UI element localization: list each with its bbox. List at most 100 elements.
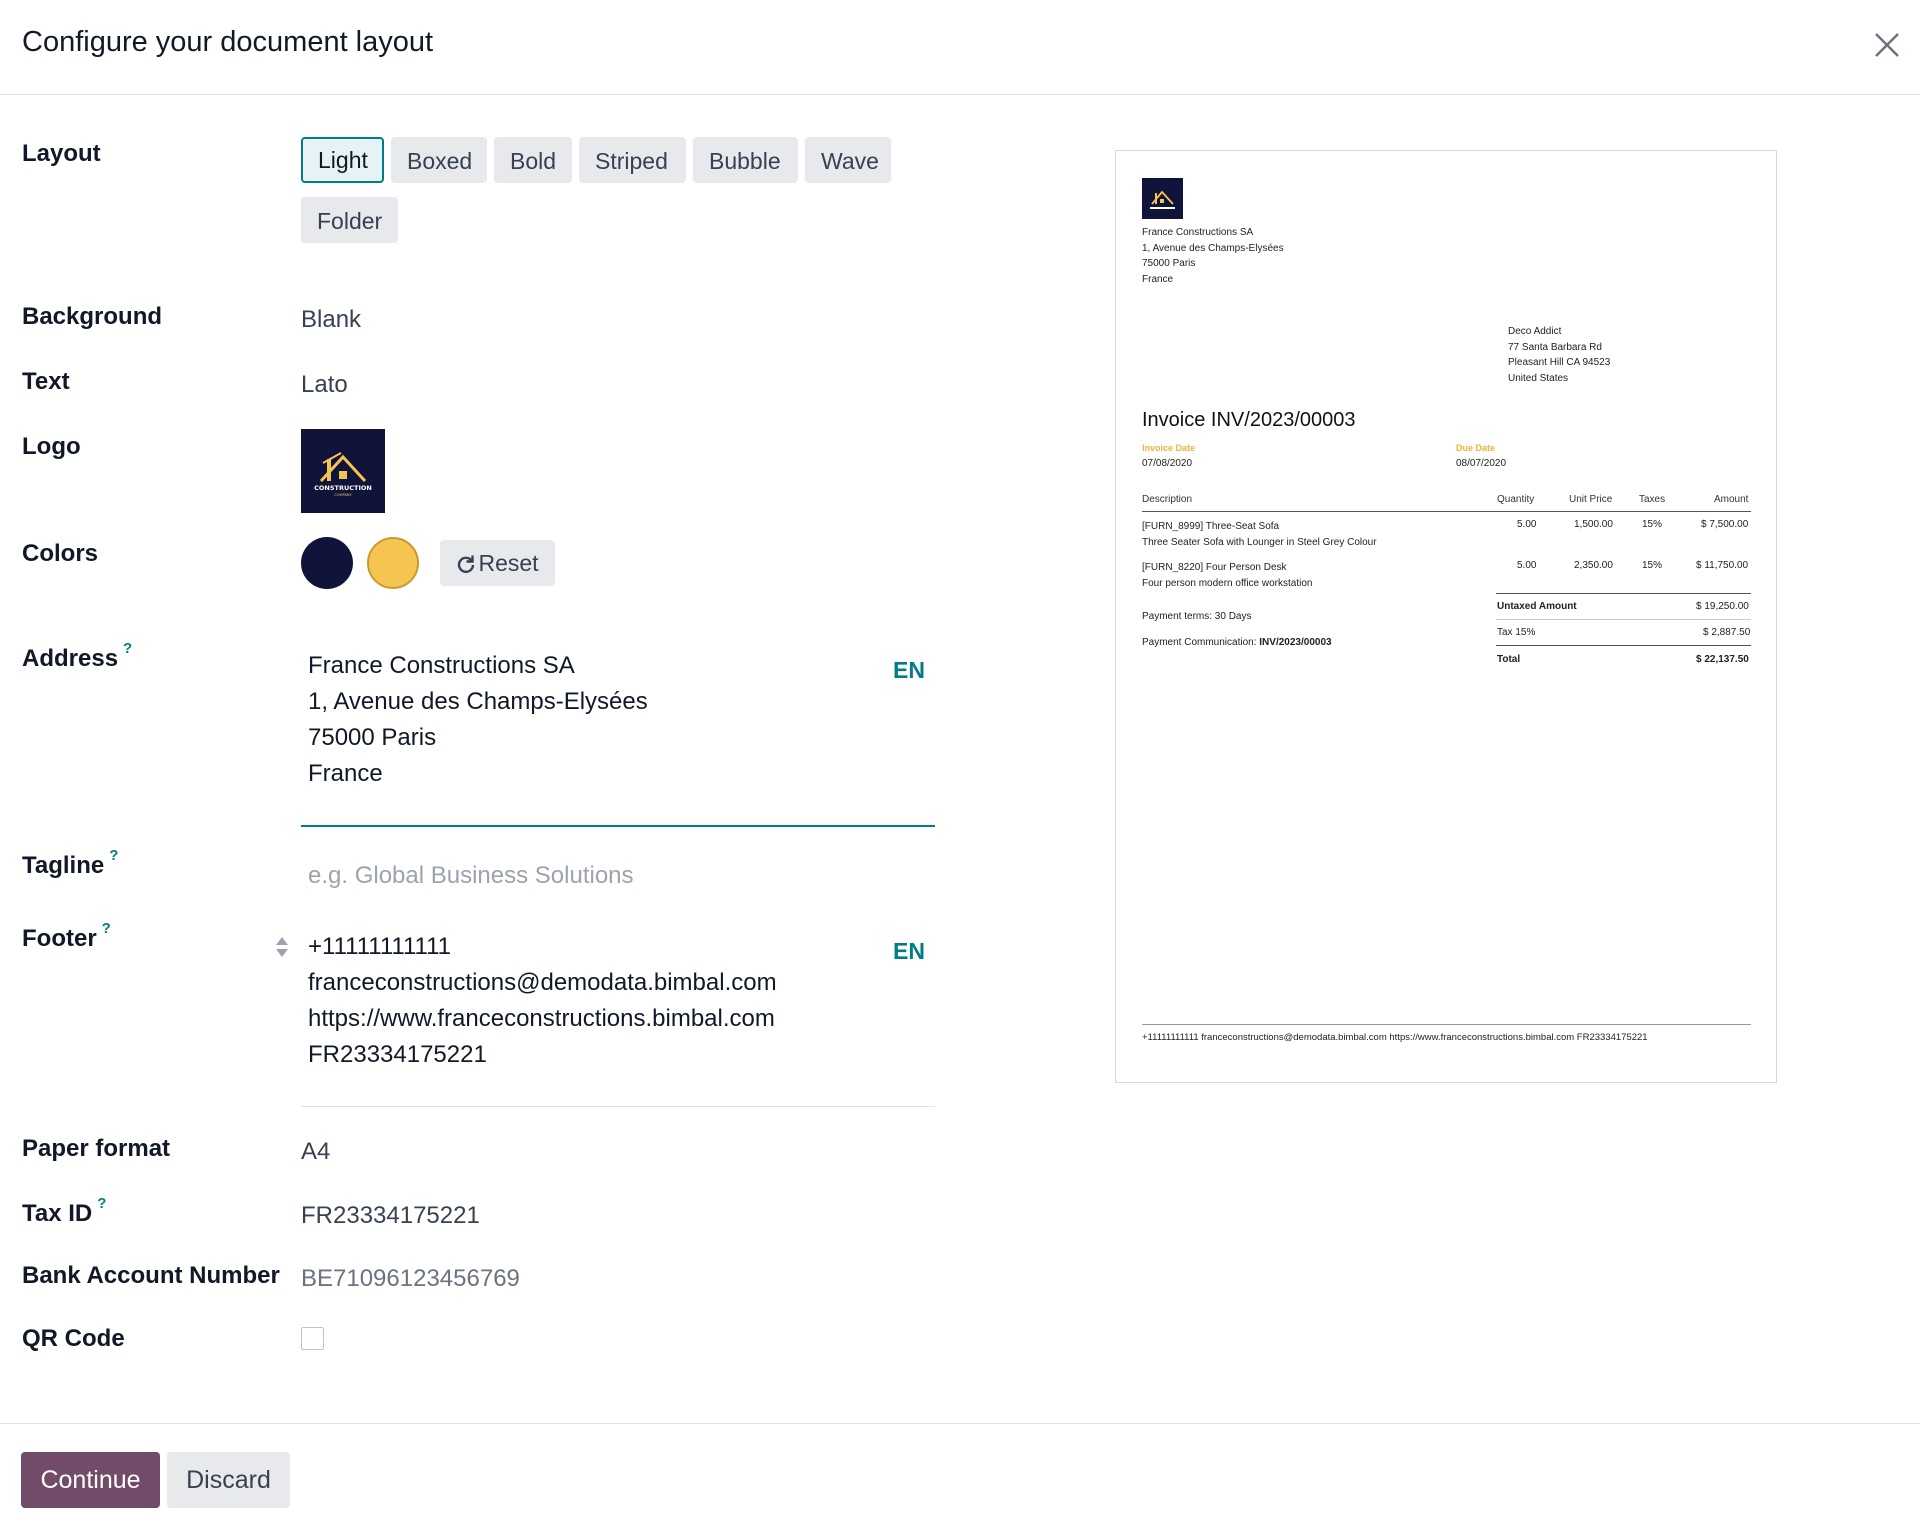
dialog-title: Configure your document layout bbox=[22, 26, 434, 58]
discard-button[interactable]: Discard bbox=[167, 1452, 290, 1508]
layout-option-wave[interactable]: Wave bbox=[805, 137, 891, 183]
qr-code-label: QR Code bbox=[22, 1325, 125, 1352]
address-line: 1, Avenue des Champs-Elysées bbox=[308, 688, 648, 715]
preview-due-date-label: Due Date bbox=[1456, 443, 1496, 453]
preview-text: Three Seater Sofa with Lounger in Steel … bbox=[1142, 536, 1377, 548]
preview-header-rule bbox=[1142, 511, 1751, 512]
preview-line-item: [FURN_8999] Three-Seat Sofa Three Seater… bbox=[1142, 519, 1377, 550]
tagline-input[interactable] bbox=[301, 858, 935, 894]
preview-price: 1,500.00 bbox=[1574, 519, 1613, 530]
layout-option-striped[interactable]: Striped bbox=[579, 137, 686, 183]
preview-payment-terms: Payment terms: 30 Days bbox=[1142, 611, 1252, 622]
preview-text: Pleasant Hill CA 94523 bbox=[1508, 357, 1611, 368]
preview-tax: 15% bbox=[1642, 560, 1663, 571]
address-line: 75000 Paris bbox=[308, 724, 437, 751]
footer-underline bbox=[301, 1106, 935, 1107]
paper-format-label: Paper format bbox=[22, 1135, 171, 1162]
preview-tax: 15% bbox=[1642, 519, 1663, 530]
preview-totals-rule bbox=[1496, 593, 1751, 594]
layout-option-boxed[interactable]: Boxed bbox=[391, 137, 487, 183]
preview-text: 77 Santa Barbara Rd bbox=[1508, 341, 1602, 353]
preview-text: France Constructions SA bbox=[1142, 227, 1254, 238]
refresh-icon bbox=[458, 555, 475, 574]
address-line: France Constructions SA bbox=[308, 652, 575, 679]
preview-invoice-date: 07/08/2020 bbox=[1142, 458, 1193, 469]
footer-line: +11111111111 bbox=[308, 933, 452, 960]
tax-id-label-text: Tax ID bbox=[22, 1200, 93, 1227]
footer-textarea[interactable]: +11111111111 franceconstructions@demodat… bbox=[301, 929, 935, 1073]
reset-colors-button[interactable]: Reset bbox=[440, 540, 555, 586]
preview-col-description: Description bbox=[1142, 494, 1193, 505]
resize-handle-icon[interactable] bbox=[274, 936, 290, 958]
paper-format-select[interactable]: A4 bbox=[301, 1138, 330, 1166]
document-preview: France Constructions SA 1, Avenue des Ch… bbox=[1115, 150, 1777, 1083]
address-help-icon[interactable]: ? bbox=[123, 640, 132, 657]
preview-text: [FURN_8999] Three-Seat Sofa bbox=[1142, 521, 1280, 532]
preview-invoice-date-label: Invoice Date bbox=[1142, 443, 1196, 453]
svg-text:CONSTRUCTION: CONSTRUCTION bbox=[314, 484, 372, 492]
footer-language-button[interactable]: EN bbox=[893, 938, 925, 965]
preview-col-quantity: Quantity bbox=[1497, 494, 1535, 505]
address-label: Address? bbox=[22, 640, 132, 673]
preview-footer-rule bbox=[1142, 1024, 1751, 1025]
preview-col-amount: Amount bbox=[1714, 494, 1749, 505]
preview-totals-rule bbox=[1496, 619, 1751, 620]
preview-tax-label: Tax 15% bbox=[1497, 627, 1536, 638]
address-language-button[interactable]: EN bbox=[893, 657, 925, 684]
preview-total-label: Total bbox=[1497, 654, 1521, 665]
layout-option-light[interactable]: Light bbox=[301, 137, 384, 183]
preview-total-value: $ 22,137.50 bbox=[1696, 654, 1749, 665]
company-logo-image[interactable]: CONSTRUCTION COMPANY bbox=[301, 429, 385, 513]
layout-option-bubble[interactable]: Bubble bbox=[693, 137, 798, 183]
preview-customer-address: Deco Addict 77 Santa Barbara Rd Pleasant… bbox=[1508, 324, 1610, 386]
layout-option-bold[interactable]: Bold bbox=[494, 137, 572, 183]
preview-line-item: [FURN_8220] Four Person Desk Four person… bbox=[1142, 560, 1312, 591]
preview-due-date: 08/07/2020 bbox=[1456, 458, 1507, 469]
preview-text: 1, Avenue des Champs-Elysées bbox=[1142, 242, 1284, 254]
footer-line: franceconstructions@demodata.bimbal.com bbox=[308, 969, 777, 996]
preview-company-address: France Constructions SA 1, Avenue des Ch… bbox=[1142, 225, 1284, 287]
qr-code-checkbox[interactable] bbox=[301, 1327, 324, 1350]
preview-payment-comm: Payment Communication: INV/2023/00003 bbox=[1142, 637, 1332, 648]
text-label: Text bbox=[22, 368, 70, 395]
reset-label: Reset bbox=[478, 550, 539, 576]
footer-line: https://www.franceconstructions.bimbal.c… bbox=[308, 1005, 775, 1032]
tagline-help-icon[interactable]: ? bbox=[109, 847, 118, 864]
preview-invoice-title: Invoice INV/2023/00003 bbox=[1142, 409, 1356, 431]
preview-text: France bbox=[1142, 273, 1174, 285]
preview-text: Four person modern office workstation bbox=[1142, 577, 1313, 589]
tax-id-value[interactable]: FR23334175221 bbox=[301, 1202, 480, 1230]
footer-line: FR23334175221 bbox=[308, 1041, 487, 1068]
preview-amount: $ 11,750.00 bbox=[1696, 560, 1749, 571]
preview-price: 2,350.00 bbox=[1574, 560, 1613, 571]
primary-color-swatch[interactable] bbox=[301, 537, 353, 589]
background-select[interactable]: Blank bbox=[301, 306, 361, 334]
secondary-color-swatch[interactable] bbox=[367, 537, 419, 589]
layout-option-folder[interactable]: Folder bbox=[301, 197, 398, 243]
bank-account-label: Bank Account Number bbox=[22, 1262, 280, 1289]
construction-logo-icon bbox=[1150, 190, 1175, 209]
preview-qty: 5.00 bbox=[1517, 560, 1537, 571]
continue-button[interactable]: Continue bbox=[21, 1452, 160, 1508]
preview-text: Payment Communication: bbox=[1142, 637, 1257, 648]
close-icon[interactable] bbox=[1868, 26, 1906, 64]
font-select[interactable]: Lato bbox=[301, 371, 348, 399]
dialog-footer: Continue Discard bbox=[0, 1423, 1920, 1524]
tax-id-help-icon[interactable]: ? bbox=[97, 1195, 106, 1212]
preview-text: 75000 Paris bbox=[1142, 258, 1196, 269]
address-line: France bbox=[308, 760, 383, 787]
footer-label-text: Footer bbox=[22, 925, 97, 952]
preview-text: INV/2023/00003 bbox=[1259, 637, 1332, 648]
preview-untaxed-value: $ 19,250.00 bbox=[1696, 601, 1749, 612]
construction-logo-icon: CONSTRUCTION COMPANY bbox=[313, 452, 373, 497]
address-textarea[interactable]: France Constructions SA 1, Avenue des Ch… bbox=[301, 648, 935, 792]
tax-id-label: Tax ID? bbox=[22, 1195, 106, 1228]
tagline-label-text: Tagline bbox=[22, 852, 105, 879]
footer-help-icon[interactable]: ? bbox=[102, 920, 111, 937]
logo-label: Logo bbox=[22, 433, 81, 460]
tagline-label: Tagline? bbox=[22, 847, 118, 880]
preview-untaxed-label: Untaxed Amount bbox=[1497, 601, 1577, 612]
footer-label: Footer? bbox=[22, 920, 111, 953]
preview-text: United States bbox=[1508, 372, 1569, 384]
address-underline bbox=[301, 825, 935, 827]
